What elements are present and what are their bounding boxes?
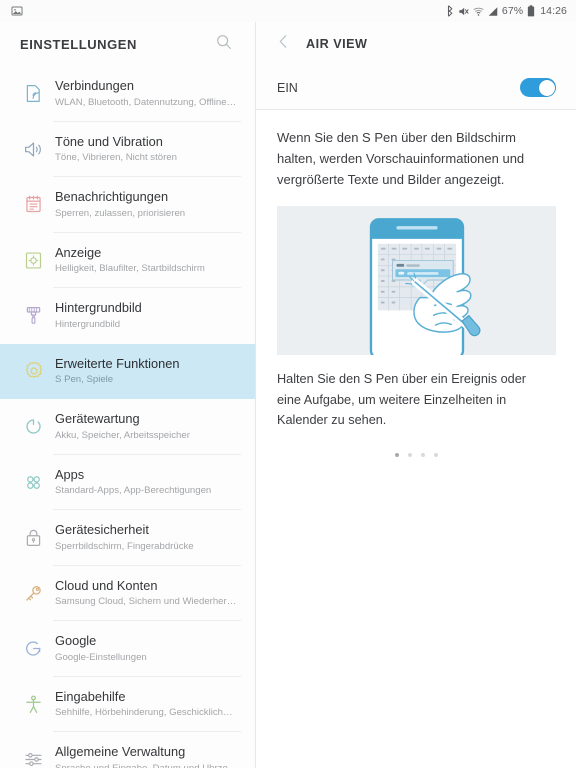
sidebar-item-label: Google: [55, 633, 97, 649]
sidebar-item-label: Gerätesicherheit: [55, 522, 149, 538]
toggle-knob: [538, 79, 555, 96]
sidebar-item-google[interactable]: Google Google-Einstellungen: [0, 621, 255, 677]
sidebar-item-sublabel: Akku, Speicher, Arbeitsspeicher: [55, 429, 190, 441]
description-top: Wenn Sie den S Pen über den Bildschirm h…: [277, 130, 525, 188]
battery-percentage: 67%: [501, 5, 524, 17]
sidebar-item-apps[interactable]: Apps Standard-Apps, App-Berechtigungen: [0, 455, 255, 510]
sidebar-item-erweiterte-funktionen[interactable]: Erweiterte Funktionen S Pen, Spiele: [0, 343, 255, 399]
sidebar-item-sublabel: Sehhilfe, Hörbehinderung, Geschicklich…: [55, 707, 233, 719]
sidebar-item-label: Cloud und Konten: [55, 577, 158, 593]
sidebar-item-sublabel: Hintergrundbild: [55, 318, 121, 330]
wallpaper-icon: [14, 305, 53, 326]
apps-icon: [14, 472, 53, 493]
sidebar-item-label: Allgemeine Verwaltung: [55, 744, 186, 760]
sidebar-item-label: Anzeige: [55, 244, 102, 260]
detail-pane: AIR VIEW EIN Wenn Sie den S Pen über den…: [256, 22, 576, 768]
mute-icon: [458, 6, 469, 17]
sidebar-item-label: Apps: [55, 466, 85, 482]
sidebar-item-verbindungen[interactable]: Verbindungen WLAN, Bluetooth, Datennutzu…: [0, 66, 255, 122]
air-view-toggle-switch[interactable]: [520, 78, 556, 97]
sidebar-item-cloud-und-konten[interactable]: Cloud und Konten Samsung Cloud, Sichern …: [0, 566, 255, 621]
sidebar-item-sublabel: S Pen, Spiele: [55, 374, 114, 386]
signal-icon: [488, 6, 498, 17]
back-button[interactable]: [268, 29, 298, 59]
sidebar-item-toene-und-vibration[interactable]: Töne und Vibration Töne, Vibrieren, Nich…: [0, 122, 255, 177]
sidebar-item-label: Eingabehilfe: [55, 688, 126, 704]
status-bar-left: [11, 5, 23, 17]
status-bar: 67% 14:26: [0, 0, 576, 22]
sliders-icon: [14, 749, 53, 768]
sidebar-item-eingabehilfe[interactable]: Eingabehilfe Sehhilfe, Hörbehinderung, G…: [0, 677, 255, 732]
display-icon: [14, 250, 53, 271]
notifications-icon: [14, 194, 53, 215]
sidebar-item-sublabel: WLAN, Bluetooth, Datennutzung, Offline…: [55, 96, 237, 108]
back-chevron-icon: [275, 33, 292, 55]
toggle-label: EIN: [277, 80, 298, 95]
lock-icon: [14, 527, 53, 548]
status-bar-right: 67% 14:26: [446, 5, 567, 17]
sound-icon: [14, 139, 53, 160]
settings-app-window: 67% 14:26 EINSTELLUNGEN Verbindungen WLA…: [0, 0, 576, 768]
key-icon: [14, 583, 53, 604]
sidebar-item-allgemeine-verwaltung[interactable]: Allgemeine Verwaltung Sprache und Eingab…: [0, 732, 255, 768]
sidebar-header: EINSTELLUNGEN: [0, 22, 255, 66]
sidebar-item-label: Benachrichtigungen: [55, 189, 169, 205]
sidebar-item-sublabel: Helligkeit, Blaufilter, Startbildschirm: [55, 263, 205, 275]
sidebar-item-label: Hintergrundbild: [55, 300, 142, 316]
sidebar-item-hintergrundbild[interactable]: Hintergrundbild Hintergrundbild: [0, 288, 255, 344]
settings-sidebar: EINSTELLUNGEN Verbindungen WLAN, Bluetoo…: [0, 22, 256, 768]
sidebar-item-label: Gerätewartung: [55, 411, 140, 427]
sidebar-item-geraetewartung[interactable]: Gerätewartung Akku, Speicher, Arbeitsspe…: [0, 399, 255, 455]
sidebar-item-sublabel: Sprache und Eingabe, Datum und Uhrze…: [55, 763, 237, 768]
detail-spacer: [256, 457, 576, 768]
sidebar-item-sublabel: Google-Einstellungen: [55, 651, 147, 663]
maintenance-icon: [14, 416, 53, 437]
sidebar-item-anzeige[interactable]: Anzeige Helligkeit, Blaufilter, Startbil…: [0, 233, 255, 288]
page-title: EINSTELLUNGEN: [20, 36, 137, 52]
sidebar-item-sublabel: Samsung Cloud, Sichern und Wiederher…: [55, 596, 237, 608]
sidebar-item-sublabel: Standard-Apps, App-Berechtigungen: [55, 485, 212, 497]
battery-icon: [527, 5, 535, 17]
detail-header: AIR VIEW: [256, 22, 576, 66]
sidebar-item-sublabel: Sperren, zulassen, priorisieren: [55, 207, 186, 219]
search-button[interactable]: [209, 29, 239, 59]
s-pen-calendar-hover-illustration: [277, 206, 556, 356]
search-icon: [215, 33, 233, 56]
accessibility-icon: [14, 694, 53, 715]
sidebar-item-label: Verbindungen: [55, 78, 134, 94]
gear-icon: [14, 360, 53, 382]
clock: 14:26: [540, 5, 567, 17]
image-icon: [11, 5, 23, 17]
sidebar-item-geraetesicherheit[interactable]: Gerätesicherheit Sperrbildschirm, Finger…: [0, 510, 255, 566]
detail-title: AIR VIEW: [306, 37, 368, 51]
air-view-toggle-row[interactable]: EIN: [256, 66, 576, 110]
main-body: EINSTELLUNGEN Verbindungen WLAN, Bluetoo…: [0, 22, 576, 768]
description-bottom: Halten Sie den S Pen über ein Ereignis o…: [277, 372, 526, 428]
sidebar-item-benachrichtigungen[interactable]: Benachrichtigungen Sperren, zulassen, pr…: [0, 177, 255, 233]
bluetooth-icon: [446, 5, 454, 17]
sidebar-item-sublabel: Sperrbildschirm, Fingerabdrücke: [55, 540, 194, 552]
sidebar-item-label: Erweiterte Funktionen: [55, 355, 180, 371]
settings-list: Verbindungen WLAN, Bluetooth, Datennutzu…: [0, 66, 255, 768]
connections-icon: [14, 83, 53, 104]
sidebar-item-sublabel: Töne, Vibrieren, Nicht stören: [55, 152, 177, 164]
sidebar-item-label: Töne und Vibration: [55, 133, 163, 149]
google-icon: [14, 638, 53, 659]
wifi-icon: [473, 6, 484, 17]
